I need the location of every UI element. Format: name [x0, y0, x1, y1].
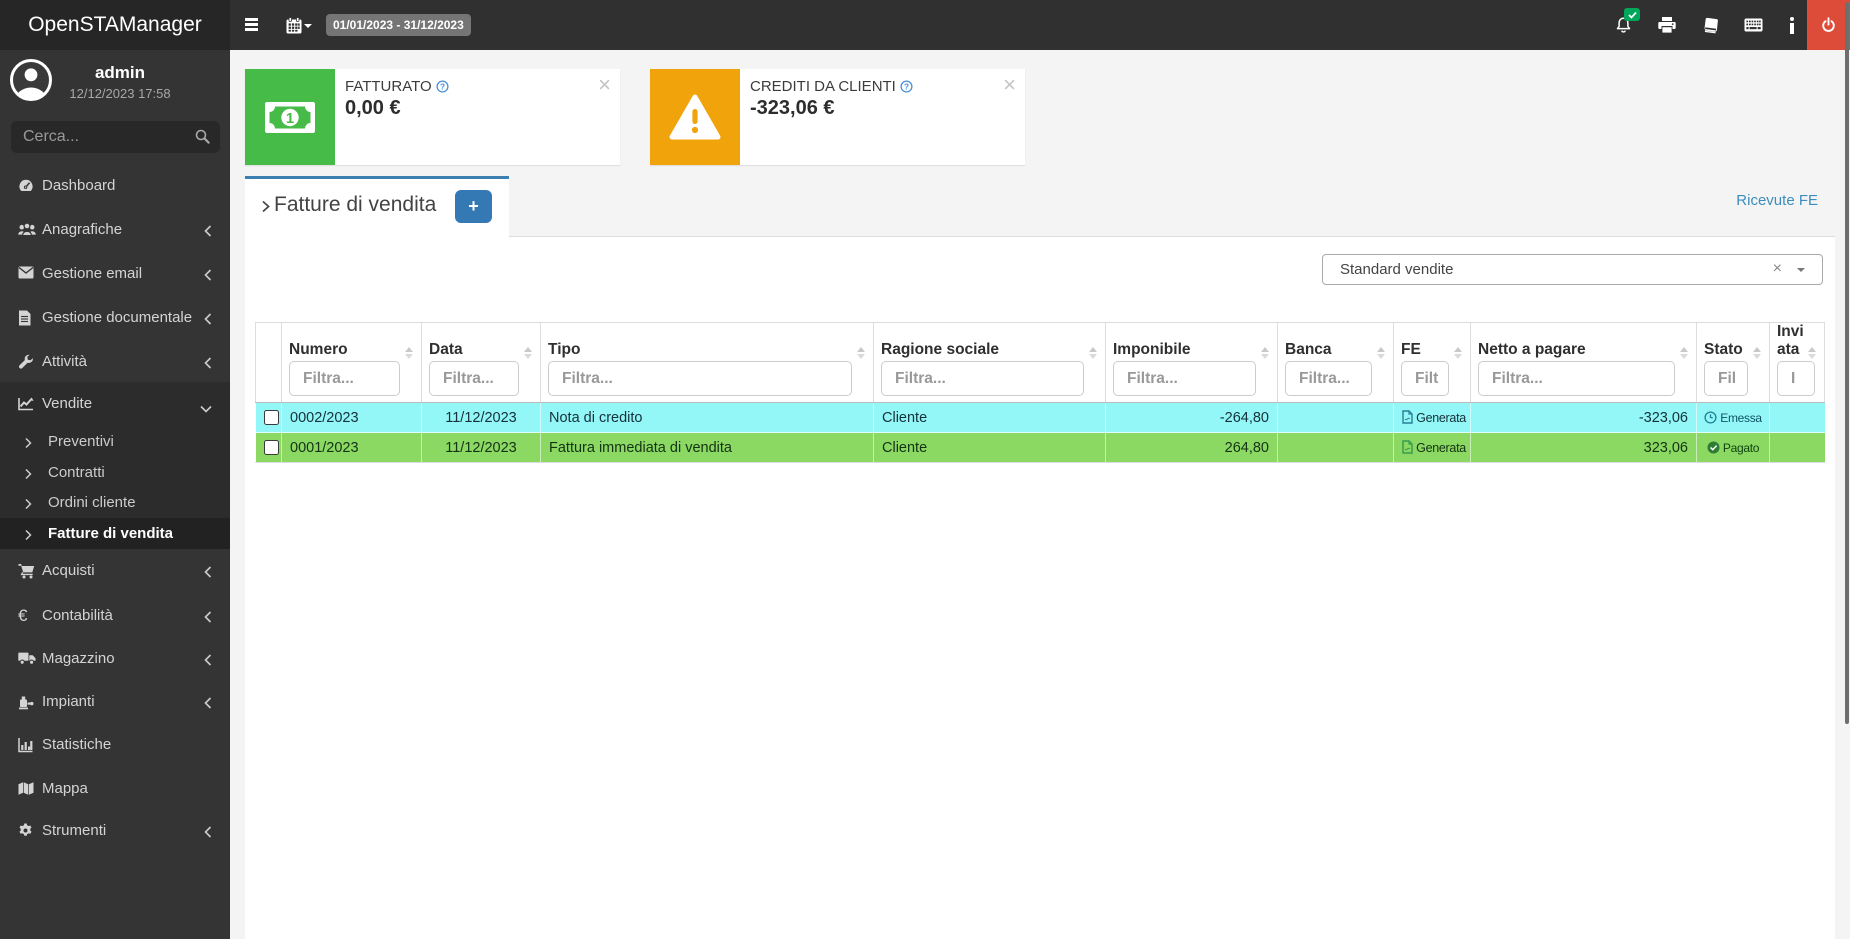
svg-text:?: ? — [904, 82, 909, 92]
svg-text:?: ? — [440, 82, 445, 92]
svg-text:1: 1 — [286, 110, 294, 127]
